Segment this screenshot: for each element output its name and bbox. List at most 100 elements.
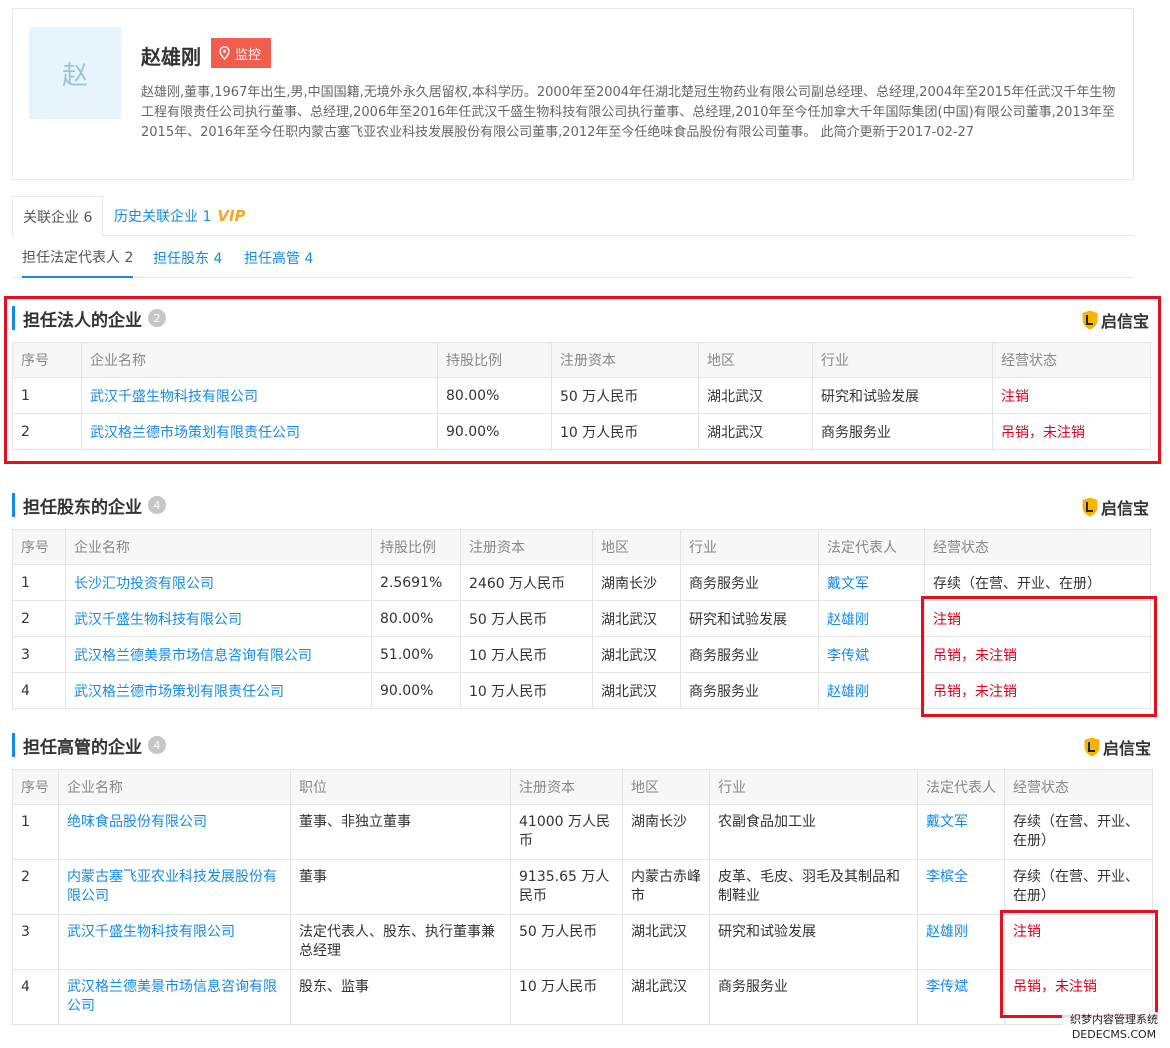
company-link[interactable]: 武汉格兰德市场策划有限责任公司 [65, 672, 372, 709]
row-index: 3 [12, 914, 59, 970]
col-header: 持股比例 [371, 529, 461, 565]
row-index: 1 [12, 804, 59, 860]
company-link[interactable]: 武汉千盛生物科技有限公司 [58, 914, 291, 970]
row-index: 4 [12, 672, 66, 709]
share-ratio: 51.00% [371, 636, 461, 673]
col-header: 经营状态 [1004, 769, 1153, 805]
section-title-text: 担任高管的企业 [23, 737, 142, 758]
registered-capital: 9135.65 万人民币 [510, 859, 623, 915]
industry: 商务服务业 [680, 672, 819, 709]
qixinbao-logo[interactable]: 启信宝 [1082, 495, 1149, 519]
col-header: 序号 [12, 769, 59, 805]
registered-capital: 10 万人民币 [510, 969, 623, 1025]
col-header: 序号 [12, 529, 66, 565]
col-header: 行业 [709, 769, 918, 805]
monitor-label: 监控 [235, 47, 262, 63]
industry: 商务服务业 [709, 969, 918, 1025]
share-ratio: 90.00% [371, 672, 461, 709]
registered-capital: 50 万人民币 [460, 600, 593, 637]
registered-capital: 2460 万人民币 [460, 564, 593, 601]
avatar: 赵 [29, 27, 121, 119]
col-header: 注册资本 [510, 769, 623, 805]
region: 湖北武汉 [592, 636, 681, 673]
position: 董事 [290, 859, 511, 915]
region: 湖南长沙 [592, 564, 681, 601]
qixinbao-label: 启信宝 [1103, 739, 1152, 758]
registered-capital: 41000 万人民币 [510, 804, 623, 860]
position: 法定代表人、股东、执行董事兼总经理 [290, 914, 511, 970]
relation-tabs: 关联企业 6 历史关联企业 1 VIP [12, 196, 1134, 237]
legal-rep-link[interactable]: 赵雄刚 [818, 672, 925, 709]
business-status: 存续（在营、开业、在册） [1004, 804, 1153, 860]
count-badge: 4 [148, 736, 166, 754]
vip-badge: VIP [217, 207, 246, 225]
table-header-row: 序号 企业名称 持股比例 注册资本 地区 行业 法定代表人 经营状态 [12, 529, 1151, 565]
col-header: 注册资本 [460, 529, 593, 565]
share-ratio: 2.5691% [371, 564, 461, 601]
table-row: 1 绝味食品股份有限公司 董事、非独立董事 41000 万人民币 湖南长沙 农副… [12, 804, 1153, 860]
industry: 研究和试验发展 [709, 914, 918, 970]
section-title-executive: 担任高管的企业 4 [12, 733, 166, 758]
position: 股东、监事 [290, 969, 511, 1025]
industry: 商务服务业 [680, 636, 819, 673]
tab-history-label: 历史关联企业 1 [114, 209, 212, 225]
row-index: 2 [12, 600, 66, 637]
registered-capital: 10 万人民币 [460, 636, 593, 673]
legal-rep-link[interactable]: 李传斌 [917, 969, 1005, 1025]
industry: 商务服务业 [680, 564, 819, 601]
watermark-line: 织梦内容管理系统 [1070, 1013, 1158, 1026]
shield-icon [1082, 497, 1098, 517]
watermark: 织梦内容管理系统 DEDECMS.COM [1062, 1012, 1166, 1042]
col-header: 职位 [290, 769, 511, 805]
legal-rep-link[interactable]: 戴文军 [818, 564, 925, 601]
region: 内蒙古赤峰市 [622, 859, 710, 915]
person-name: 赵雄刚 [141, 45, 201, 69]
table-row: 4 武汉格兰德美景市场信息咨询有限公司 股东、监事 10 万人民币 湖北武汉 商… [12, 969, 1153, 1025]
legal-rep-link[interactable]: 赵雄刚 [917, 914, 1005, 970]
company-link[interactable]: 武汉格兰德美景市场信息咨询有限公司 [65, 636, 372, 673]
col-header: 经营状态 [924, 529, 1151, 565]
row-index: 2 [12, 859, 59, 915]
qixinbao-label: 启信宝 [1101, 499, 1150, 518]
subtab-executive[interactable]: 担任高管 4 [244, 238, 313, 278]
legal-rep-link[interactable]: 赵雄刚 [818, 600, 925, 637]
person-bio: 赵雄刚,董事,1967年出生,男,中国国籍,无境外永久居留权,本科学历。2000… [141, 85, 1116, 140]
col-header: 企业名称 [58, 769, 291, 805]
region: 湖北武汉 [592, 600, 681, 637]
company-link[interactable]: 绝味食品股份有限公司 [58, 804, 291, 860]
highlight-box [921, 596, 1157, 717]
company-link[interactable]: 内蒙古塞飞亚农业科技发展股份有限公司 [58, 859, 291, 915]
person-profile-card: 赵 赵雄刚 监控 赵雄刚,董事,1967年出生,男,中国国籍,无境外永久居留权,… [12, 8, 1134, 180]
row-index: 3 [12, 636, 66, 673]
legal-rep-link[interactable]: 戴文军 [917, 804, 1005, 860]
region: 湖北武汉 [622, 969, 710, 1025]
legal-rep-link[interactable]: 李槟全 [917, 859, 1005, 915]
industry: 农副食品加工业 [709, 804, 918, 860]
region: 湖北武汉 [592, 672, 681, 709]
share-ratio: 80.00% [371, 600, 461, 637]
count-badge: 4 [148, 496, 166, 514]
registered-capital: 10 万人民币 [460, 672, 593, 709]
tab-history-related[interactable]: 历史关联企业 1 VIP [114, 196, 246, 236]
col-header: 行业 [680, 529, 819, 565]
row-index: 1 [12, 564, 66, 601]
business-status: 存续（在营、开业、在册） [1004, 859, 1153, 915]
position: 董事、非独立董事 [290, 804, 511, 860]
subtab-shareholder[interactable]: 担任股东 4 [153, 238, 222, 278]
company-link[interactable]: 武汉格兰德美景市场信息咨询有限公司 [58, 969, 291, 1025]
company-link[interactable]: 长沙汇功投资有限公司 [65, 564, 372, 601]
shield-icon [1084, 737, 1100, 757]
region: 湖南长沙 [622, 804, 710, 860]
highlight-box [1000, 910, 1158, 1018]
industry: 皮革、毛皮、羽毛及其制品和制鞋业 [709, 859, 918, 915]
col-header: 地区 [622, 769, 710, 805]
legal-rep-link[interactable]: 李传斌 [818, 636, 925, 673]
role-subtabs: 担任法定代表人 2 担任股东 4 担任高管 4 [12, 238, 1134, 278]
monitor-button[interactable]: 监控 [211, 38, 272, 68]
qixinbao-logo[interactable]: 启信宝 [1084, 735, 1151, 759]
company-link[interactable]: 武汉千盛生物科技有限公司 [65, 600, 372, 637]
col-header: 法定代表人 [818, 529, 925, 565]
tab-related-companies[interactable]: 关联企业 6 [12, 196, 104, 237]
row-index: 4 [12, 969, 59, 1025]
subtab-legal-rep[interactable]: 担任法定代表人 2 [22, 238, 134, 278]
